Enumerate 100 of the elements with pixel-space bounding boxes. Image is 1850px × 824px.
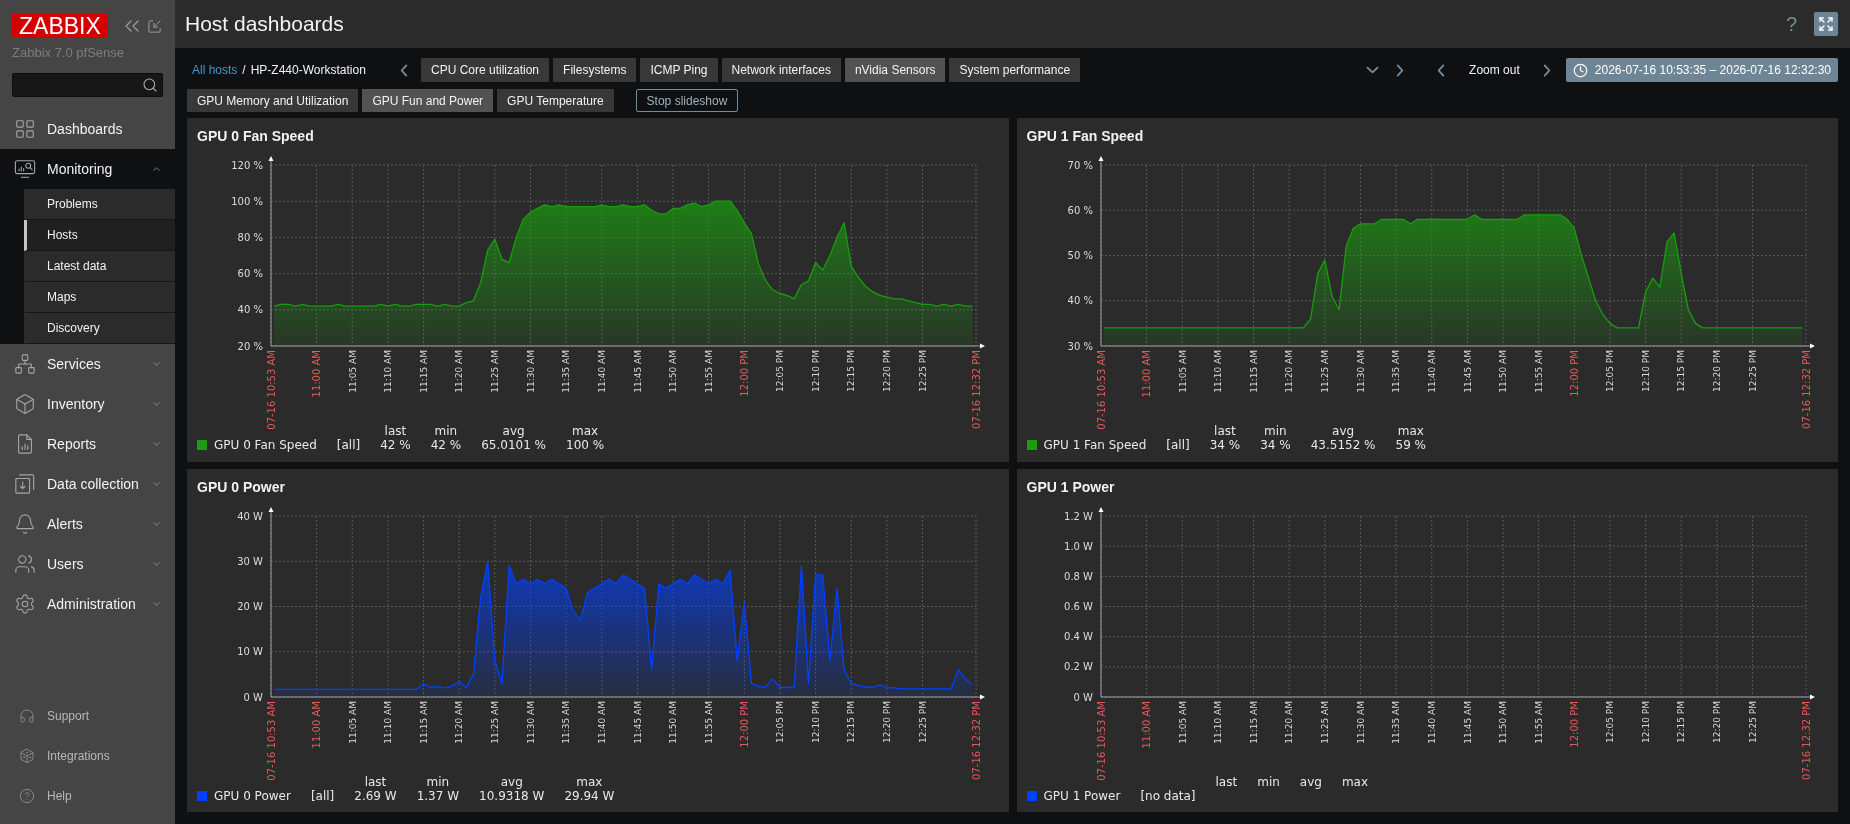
zoom-out-button[interactable]: Zoom out: [1455, 58, 1534, 82]
widget-title: GPU 0 Power: [197, 477, 285, 497]
x-tick-label: 07-16 10:53 AM: [265, 700, 277, 781]
y-tick-label: 80 %: [237, 231, 263, 243]
stop-slideshow-button[interactable]: Stop slideshow: [635, 89, 739, 112]
submenu-item[interactable]: Hosts: [24, 220, 175, 251]
legend-column-header: max: [1341, 774, 1369, 789]
tab[interactable]: Filesystems: [553, 58, 637, 82]
x-tick-label: 11:40 AM: [1426, 700, 1437, 744]
x-tick-label: 11:00 AM: [311, 350, 323, 398]
logo[interactable]: ZABBIX: [12, 14, 108, 38]
legend-value: 10.9318 W: [479, 788, 545, 803]
y-tick-label: 70 %: [1067, 159, 1093, 171]
x-tick-label: 11:15 AM: [1248, 700, 1259, 744]
tab[interactable]: nVidia Sensors: [844, 58, 946, 82]
menu-item[interactable]: Monitoring: [0, 149, 175, 189]
tab[interactable]: CPU Core utilization: [421, 58, 550, 82]
y-tick-label: 120 %: [231, 159, 263, 171]
x-tick-label: 12:10 PM: [810, 700, 821, 743]
fullscreen-button[interactable]: [1814, 12, 1838, 36]
x-tick-label: 11:35 AM: [561, 350, 572, 393]
submenu-item[interactable]: Maps: [24, 282, 175, 313]
x-tick-label: 11:25 AM: [490, 350, 501, 393]
x-tick-label: 11:50 AM: [668, 350, 679, 393]
x-tick-label: 12:15 PM: [846, 350, 857, 392]
x-tick-label: 11:05 AM: [1177, 350, 1187, 393]
legend-column-header: last: [364, 774, 387, 789]
x-tick-label: 07-16 10:53 AM: [1095, 350, 1107, 430]
x-tick-label: 12:20 PM: [882, 350, 893, 392]
y-tick-label: 50 %: [1067, 250, 1093, 261]
x-tick-label: 11:40 AM: [597, 700, 607, 744]
menu-item[interactable]: Dashboards: [0, 109, 175, 149]
x-tick-label: 11:20 AM: [1283, 700, 1294, 744]
x-tick-label: 07-16 12:32 PM: [1800, 700, 1812, 780]
x-tick-label: 11:00 AM: [1140, 350, 1152, 398]
menu-item[interactable]: Administration: [0, 584, 175, 624]
x-tick-label: 11:45 AM: [632, 700, 643, 744]
footer-link[interactable]: Support: [0, 696, 175, 736]
tab[interactable]: GPU Fun and Power: [362, 89, 494, 112]
x-tick-label: 11:55 AM: [1533, 350, 1544, 393]
x-tick-label: 12:15 PM: [846, 700, 857, 743]
tab[interactable]: GPU Memory and Utilization: [187, 89, 359, 112]
y-tick-label: 1.0 W: [1063, 540, 1093, 552]
x-tick-label: 11:20 AM: [454, 350, 465, 393]
widget-title: GPU 1 Power: [1026, 477, 1115, 497]
tab[interactable]: ICMP Ping: [640, 58, 718, 82]
x-tick-label: 12:05 PM: [775, 700, 786, 743]
legend-column-header: last: [1215, 774, 1238, 789]
x-tick-label: 12:20 PM: [882, 700, 893, 743]
x-tick-label: 11:00 AM: [311, 700, 323, 748]
collapse-sidebar-button[interactable]: [123, 18, 140, 34]
breadcrumb-link[interactable]: All hosts: [192, 61, 238, 79]
x-tick-label: 07-16 10:53 AM: [1095, 700, 1107, 781]
x-tick-label: 11:50 AM: [1497, 350, 1508, 393]
legend-scope: [all]: [1166, 438, 1190, 452]
page-title: Host dashboards: [185, 12, 344, 36]
x-tick-label: 07-16 12:32 PM: [970, 350, 982, 429]
menu-item[interactable]: Reports: [0, 424, 175, 464]
menu-item[interactable]: Users: [0, 544, 175, 584]
x-tick-label: 11:15 AM: [418, 700, 429, 744]
x-tick-label: 12:00 PM: [738, 700, 750, 748]
y-tick-label: 0.4 W: [1063, 630, 1093, 642]
y-tick-label: 30 W: [237, 555, 263, 567]
submenu-item[interactable]: Latest data: [24, 251, 175, 282]
menu-item[interactable]: Services: [0, 344, 175, 384]
help-button[interactable]: ?: [1785, 12, 1797, 36]
y-tick-label: 0.2 W: [1063, 660, 1093, 672]
footer-link[interactable]: Help: [0, 776, 175, 816]
time-range-button[interactable]: 2026-07-16 10:53:35 – 2026-07-16 12:32:30: [1565, 58, 1838, 82]
x-tick-label: 11:30 AM: [1355, 700, 1366, 744]
menu-item[interactable]: Data collection: [0, 464, 175, 504]
x-tick-label: 11:45 AM: [632, 350, 643, 393]
x-tick-label: 11:10 AM: [1212, 700, 1223, 744]
legend-column-header: min: [434, 424, 458, 438]
legend-column-header: avg: [1332, 424, 1355, 438]
x-tick-label: 12:00 PM: [1568, 350, 1580, 397]
search-field[interactable]: [12, 73, 163, 97]
x-tick-label: 11:55 AM: [703, 350, 714, 393]
tab[interactable]: GPU Temperature: [497, 89, 614, 112]
submenu-item[interactable]: Problems: [24, 189, 175, 220]
x-tick-label: 11:10 AM: [1212, 350, 1223, 393]
x-tick-label: 11:05 AM: [1177, 700, 1187, 744]
x-tick-label: 07-16 10:53 AM: [265, 350, 277, 430]
y-tick-label: 40 %: [1067, 295, 1093, 307]
x-tick-label: 11:55 AM: [703, 700, 714, 744]
x-tick-label: 11:30 AM: [525, 350, 536, 393]
legend-value: 34 %: [1209, 438, 1241, 452]
tab[interactable]: Network interfaces: [721, 58, 841, 82]
x-tick-label: 11:40 AM: [597, 350, 607, 393]
tab[interactable]: System performance: [949, 58, 1081, 82]
submenu-item[interactable]: Discovery: [24, 313, 175, 344]
legend-column-header: max: [1397, 424, 1424, 438]
footer-link[interactable]: Integrations: [0, 736, 175, 776]
x-tick-label: 11:40 AM: [1426, 350, 1437, 393]
y-tick-label: 0 W: [1073, 691, 1093, 702]
menu-item[interactable]: Inventory: [0, 384, 175, 424]
menu-item[interactable]: Alerts: [0, 504, 175, 544]
y-tick-label: 20 %: [237, 340, 263, 352]
kiosk-mode-button[interactable]: [146, 18, 163, 34]
x-tick-label: 11:50 AM: [1497, 700, 1508, 744]
